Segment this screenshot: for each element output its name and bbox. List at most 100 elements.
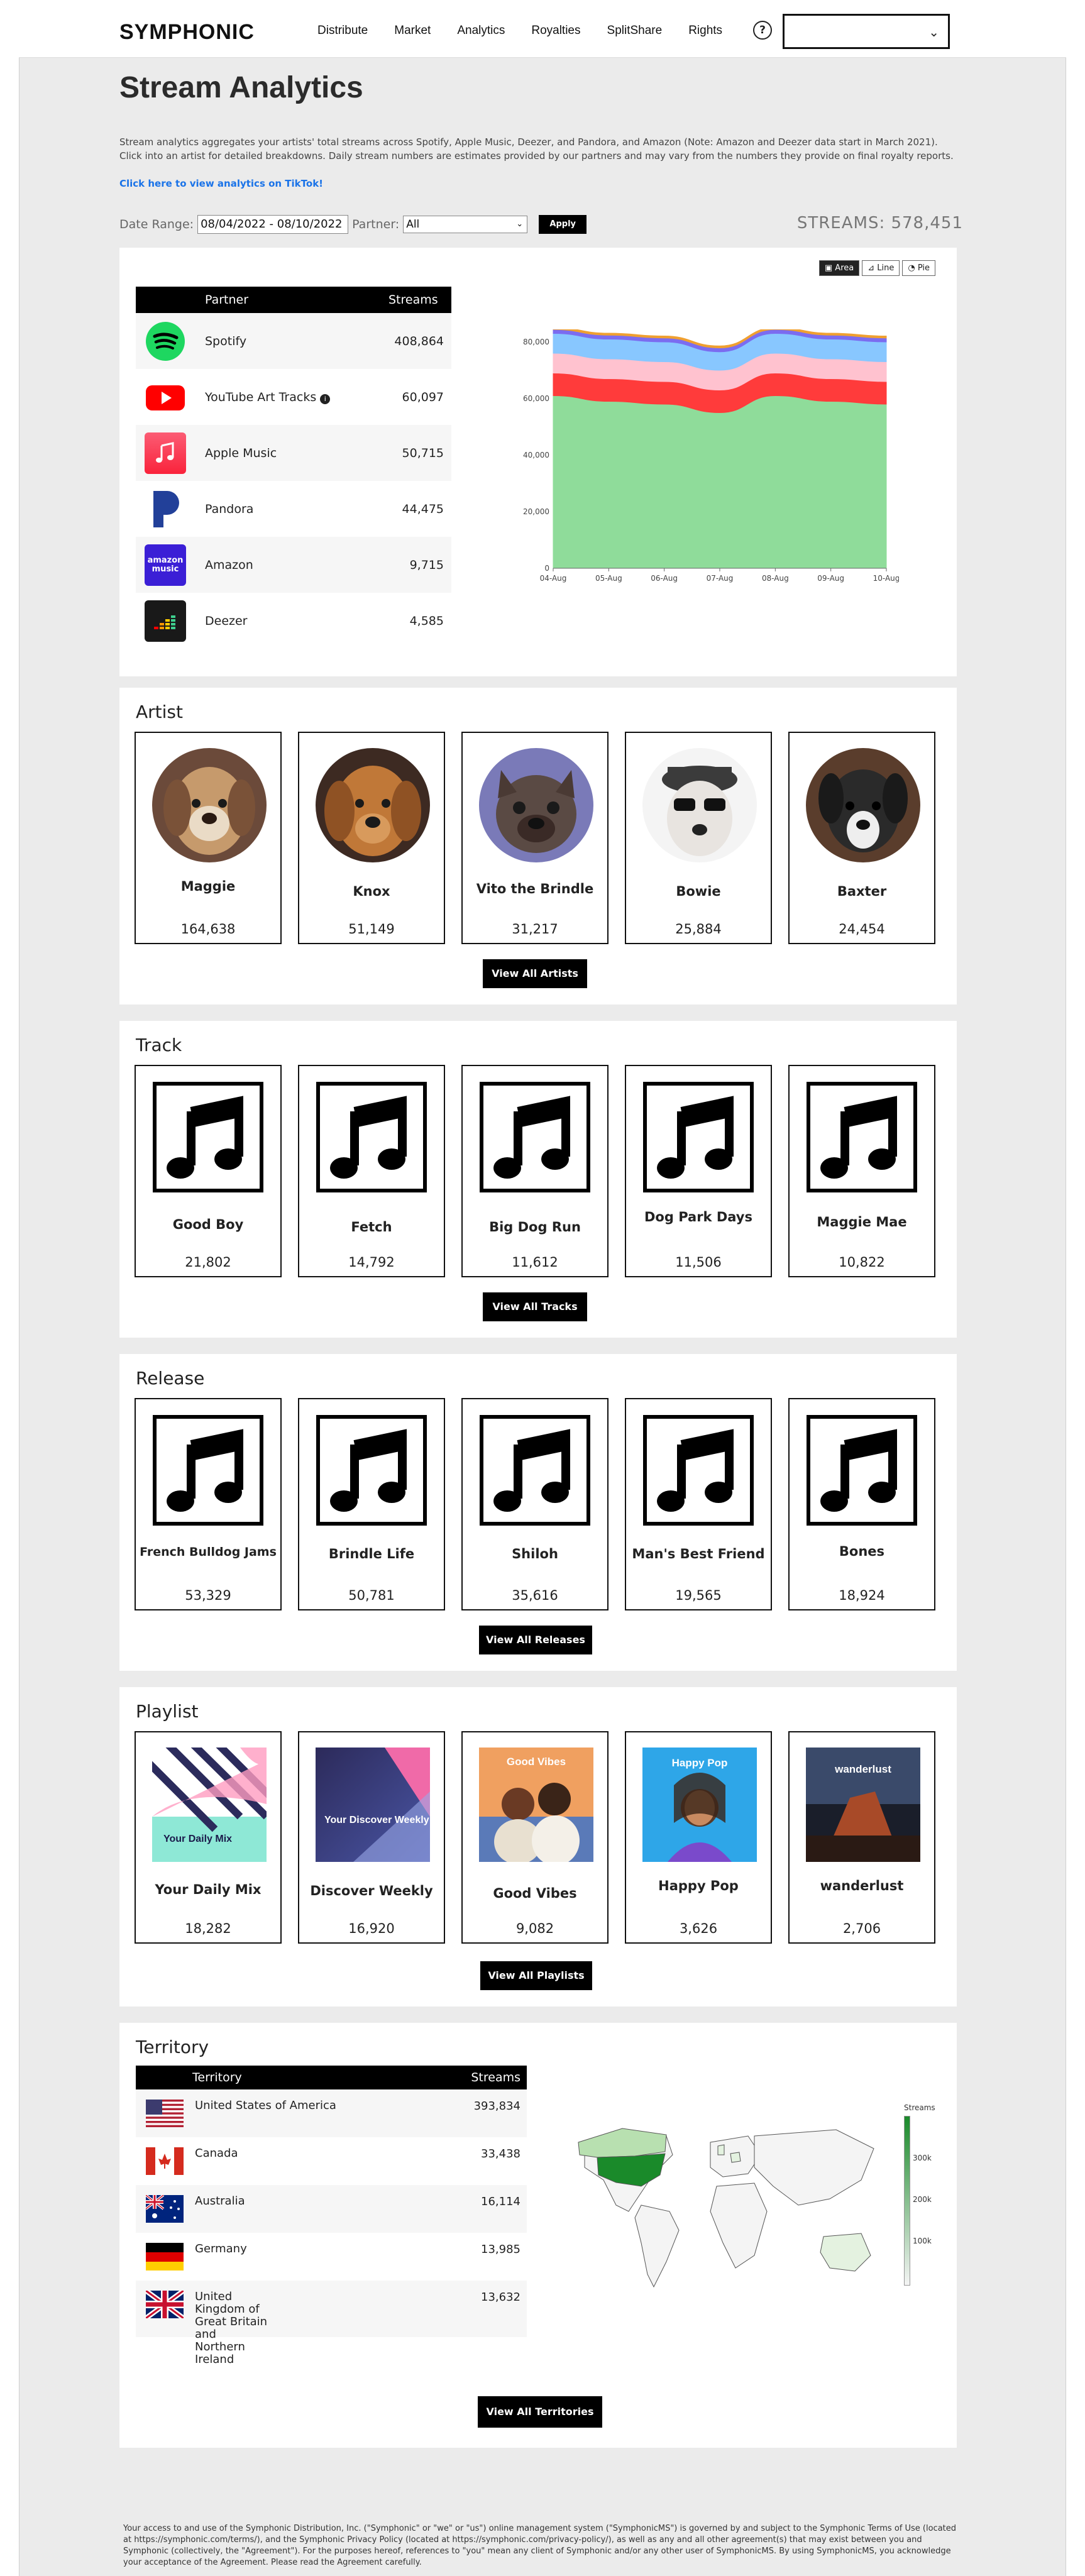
date-range-input[interactable]: 08/04/2022 - 08/10/2022 bbox=[197, 215, 349, 234]
release-streams: 18,924 bbox=[839, 1588, 885, 1603]
playlist-card[interactable]: Your Daily Mix Your Daily Mix 18,282 bbox=[135, 1731, 282, 1944]
partner-panel: Partner Streams Spotify 408,864 YouTube … bbox=[119, 248, 957, 676]
playlist-card[interactable]: Good Vibes Good Vibes 9,082 bbox=[461, 1731, 609, 1944]
y-tick-label: 80,000 bbox=[523, 338, 549, 346]
nav-analytics[interactable]: Analytics bbox=[457, 24, 505, 38]
nav-royalties[interactable]: Royalties bbox=[531, 24, 580, 38]
territory-row[interactable]: Australia 16,114 bbox=[136, 2185, 527, 2233]
track-card[interactable]: Big Dog Run 11,612 bbox=[461, 1065, 609, 1277]
partner-table-header: Partner Streams bbox=[136, 287, 451, 313]
playlist-cover-text: Your Daily Mix bbox=[163, 1834, 232, 1844]
release-card[interactable]: French Bulldog Jams 53,329 bbox=[135, 1398, 282, 1610]
help-icon[interactable]: ? bbox=[753, 21, 772, 40]
view-all-tracks-button[interactable]: View All Tracks bbox=[483, 1292, 587, 1321]
apply-button[interactable]: Apply bbox=[539, 215, 587, 234]
account-selector[interactable]: ⌄ bbox=[783, 14, 950, 49]
artist-name: Baxter bbox=[837, 884, 887, 899]
territory-row[interactable]: Germany 13,985 bbox=[136, 2233, 527, 2281]
territory-row[interactable]: United Kingdom of Great Britain and Nort… bbox=[136, 2281, 527, 2366]
playlist-name: wanderlust bbox=[820, 1878, 904, 1893]
track-card[interactable]: Fetch 14,792 bbox=[298, 1065, 445, 1277]
partner-row-pandora[interactable]: Pandora 44,475 bbox=[136, 481, 451, 537]
artist-section-title: Artist bbox=[136, 702, 183, 722]
col-territory: Territory bbox=[192, 2071, 242, 2084]
release-name: French Bulldog Jams bbox=[140, 1545, 277, 1559]
australia-flag bbox=[146, 2195, 184, 2223]
intro-text: Stream analytics aggregates your artists… bbox=[119, 136, 954, 162]
partner-streams: 9,715 bbox=[409, 558, 444, 572]
partner-row-amazon[interactable]: amazon music Amazon 9,715 bbox=[136, 537, 451, 593]
track-name: Big Dog Run bbox=[489, 1219, 581, 1235]
playlist-card[interactable]: wanderlust wanderlust 2,706 bbox=[788, 1731, 935, 1944]
partner-name: YouTube Art Tracks i bbox=[205, 390, 388, 404]
partner-row-apple-music[interactable]: Apple Music 50,715 bbox=[136, 425, 451, 481]
artist-photo bbox=[806, 748, 920, 862]
territory-streams: 33,438 bbox=[481, 2147, 520, 2160]
territory-name: United Kingdom of Great Britain and Nort… bbox=[195, 2290, 268, 2366]
tab-line[interactable]: ⊿ Line bbox=[862, 260, 900, 276]
tab-pie[interactable]: ◔ Pie bbox=[902, 260, 935, 276]
artist-card[interactable]: Baxter 24,454 bbox=[788, 732, 935, 944]
x-tick-label: 08-Aug bbox=[762, 574, 789, 583]
pandora-icon bbox=[145, 488, 186, 530]
playlist-card[interactable]: Happy Pop Happy Pop 3,626 bbox=[625, 1731, 772, 1944]
track-panel: Track Good Boy 21,802 Fetch 14,792 Big D… bbox=[119, 1021, 957, 1338]
tab-area[interactable]: ▣ Area bbox=[818, 260, 860, 276]
playlist-card[interactable]: Your Discover Weekly Discover Weekly 16,… bbox=[298, 1731, 445, 1944]
map-south-america bbox=[634, 2204, 680, 2288]
nav-distribute[interactable]: Distribute bbox=[317, 24, 368, 38]
release-card[interactable]: Man's Best Friend 19,565 bbox=[625, 1398, 772, 1610]
release-card[interactable]: Bones 18,924 bbox=[788, 1398, 935, 1610]
symphonic-logo[interactable]: SYMPHONIC bbox=[119, 20, 255, 45]
artist-streams: 24,454 bbox=[839, 922, 885, 937]
view-all-releases-button[interactable]: View All Releases bbox=[479, 1626, 592, 1654]
release-name: Man's Best Friend bbox=[632, 1546, 765, 1561]
filter-bar: Date Range: 08/04/2022 - 08/10/2022 Part… bbox=[119, 214, 963, 235]
partner-table: Partner Streams Spotify 408,864 YouTube … bbox=[136, 287, 451, 649]
release-section-title: Release bbox=[136, 1368, 205, 1389]
release-card[interactable]: Brindle Life 50,781 bbox=[298, 1398, 445, 1610]
territory-row[interactable]: Canada 33,438 bbox=[136, 2137, 527, 2185]
partner-select[interactable]: All ⌄ bbox=[403, 216, 528, 233]
nav-splitshare[interactable]: SplitShare bbox=[607, 24, 663, 38]
artist-card[interactable]: Knox 51,149 bbox=[298, 732, 445, 944]
view-all-playlists-button[interactable]: View All Playlists bbox=[480, 1961, 592, 1990]
tiktok-analytics-link[interactable]: Click here to view analytics on TikTok! bbox=[119, 178, 323, 189]
area-series-0 bbox=[553, 395, 887, 569]
nav-rights[interactable]: Rights bbox=[688, 24, 722, 38]
partner-streams: 408,864 bbox=[394, 334, 444, 348]
partner-row-spotify[interactable]: Spotify 408,864 bbox=[136, 313, 451, 369]
track-card[interactable]: Maggie Mae 10,822 bbox=[788, 1065, 935, 1277]
music-note-icon bbox=[642, 1414, 757, 1529]
col-streams: Streams bbox=[388, 293, 438, 307]
view-all-artists-button[interactable]: View All Artists bbox=[483, 959, 587, 988]
release-name: Bones bbox=[839, 1544, 885, 1559]
artist-card[interactable]: Vito the Brindle 31,217 bbox=[461, 732, 609, 944]
world-map[interactable] bbox=[559, 2117, 899, 2306]
legend-gradient bbox=[904, 2116, 910, 2286]
artist-panel: Artist Maggie 164,638 Knox 51,149 Vito t… bbox=[119, 688, 957, 1005]
view-all-territories-button[interactable]: View All Territories bbox=[478, 2396, 602, 2428]
track-cards: Good Boy 21,802 Fetch 14,792 Big Dog Run… bbox=[135, 1065, 935, 1277]
release-name: Shiloh bbox=[512, 1546, 558, 1561]
nav-market[interactable]: Market bbox=[394, 24, 431, 38]
track-card[interactable]: Dog Park Days 11,506 bbox=[625, 1065, 772, 1277]
territory-row[interactable]: United States of America 393,834 bbox=[136, 2089, 527, 2137]
artist-card[interactable]: Bowie 25,884 bbox=[625, 732, 772, 944]
track-name: Fetch bbox=[351, 1219, 392, 1235]
playlist-cover: Your Daily Mix bbox=[136, 1732, 281, 1862]
artist-streams: 164,638 bbox=[180, 922, 236, 937]
track-streams: 11,612 bbox=[512, 1255, 558, 1270]
partner-row-deezer[interactable]: Deezer 4,585 bbox=[136, 593, 451, 649]
partner-row-youtube[interactable]: YouTube Art Tracks i 60,097 bbox=[136, 369, 451, 425]
music-note-icon bbox=[642, 1081, 757, 1196]
track-name: Good Boy bbox=[172, 1217, 244, 1232]
release-card[interactable]: Shiloh 35,616 bbox=[461, 1398, 609, 1610]
territory-rows: United States of America 393,834 Canada … bbox=[136, 2089, 527, 2366]
chevron-down-icon: ⌄ bbox=[928, 25, 939, 40]
artist-card[interactable]: Maggie 164,638 bbox=[135, 732, 282, 944]
track-card[interactable]: Good Boy 21,802 bbox=[135, 1065, 282, 1277]
info-icon[interactable]: i bbox=[320, 394, 331, 404]
music-note-icon bbox=[316, 1414, 430, 1529]
partner-select-value: All bbox=[406, 218, 420, 231]
